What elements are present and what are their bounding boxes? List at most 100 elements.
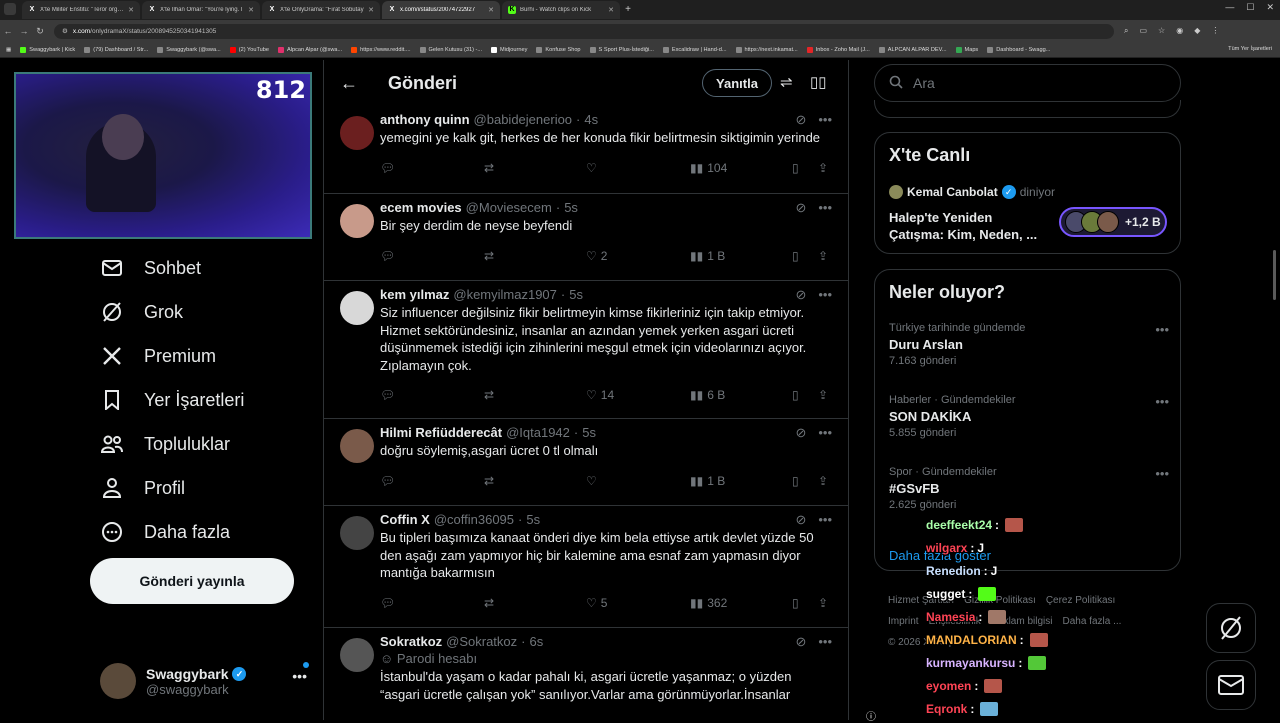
- repost-icon[interactable]: ⇄: [484, 249, 494, 263]
- repost-icon[interactable]: ⇄: [484, 474, 494, 488]
- share-icon[interactable]: ⇪: [818, 388, 828, 402]
- author-handle[interactable]: @kemyilmaz1907: [453, 287, 557, 302]
- minimize-icon[interactable]: —: [1225, 2, 1234, 13]
- timestamp[interactable]: 5s: [564, 200, 578, 215]
- bookmark-item[interactable]: Inbox - Zoho Mail (J...: [806, 46, 870, 53]
- views-button[interactable]: ▮▮ 362: [690, 596, 727, 610]
- new-tab-button[interactable]: +: [622, 4, 634, 16]
- repost-icon[interactable]: ⇄: [484, 596, 494, 610]
- browser-tab[interactable]: X X'te OnlyDrama: "Fırat Sobutay ✕: [262, 1, 380, 19]
- author-handle[interactable]: @coffin36095: [434, 512, 514, 527]
- reload-icon[interactable]: ↻: [32, 26, 48, 37]
- tab-search-icon[interactable]: [4, 3, 16, 15]
- grok-icon[interactable]: ⊘: [795, 287, 806, 303]
- trend-item[interactable]: Spor · Gündemdekiler #GSvFB 2.625 gönder…: [889, 466, 1169, 511]
- more-options-icon[interactable]: •••: [818, 200, 832, 216]
- timestamp[interactable]: 5s: [526, 512, 540, 527]
- sidebar-item-premium[interactable]: Premium: [100, 334, 244, 378]
- back-arrow-icon[interactable]: ←: [340, 73, 368, 94]
- sidebar-item-chat[interactable]: Sohbet: [100, 246, 244, 290]
- avatar[interactable]: [340, 638, 374, 672]
- share-icon[interactable]: ⇪: [818, 596, 828, 610]
- bookmark-item[interactable]: Midjourney: [491, 46, 527, 53]
- like-button[interactable]: ♡ 14: [586, 388, 614, 402]
- more-options-icon[interactable]: •••: [292, 668, 307, 684]
- bookmark-icon[interactable]: ▯: [792, 388, 799, 402]
- browser-tab[interactable]: X X'te İlhan Omar: "You're lying. I ✕: [142, 1, 260, 19]
- reader-mode-icon[interactable]: ▯▯: [810, 73, 827, 91]
- grok-icon[interactable]: ⊘: [795, 634, 806, 650]
- like-button[interactable]: ♡: [586, 161, 601, 175]
- bookmark-item[interactable]: https://www.reddit....: [351, 46, 411, 53]
- extension-icon[interactable]: ◆: [1194, 26, 1200, 36]
- chat-username[interactable]: eyomen: [926, 679, 971, 693]
- like-button[interactable]: ♡ 2: [586, 249, 607, 263]
- views-button[interactable]: ▮▮ 1 B: [690, 474, 725, 488]
- url-input[interactable]: ⚙ x.com/onlydramaX/status/20089452503419…: [54, 23, 1114, 39]
- sidebar-item-more[interactable]: Daha fazla: [100, 510, 244, 554]
- trend-item[interactable]: Türkiye tarihinde gündemde Duru Arslan 7…: [889, 322, 1169, 367]
- tweet-reply[interactable]: Hilmi Refiüdderecât @Iqta1942 · 5s ⊘ ••• doğru…: [324, 419, 848, 506]
- more-options-icon[interactable]: •••: [818, 512, 832, 528]
- chat-username[interactable]: deeffeekt24: [926, 518, 992, 532]
- tweet-reply[interactable]: kem yılmaz @kemyilmaz1907 · 5s ⊘ ••• Siz influ…: [324, 281, 848, 419]
- reply-icon[interactable]: 💬︎: [380, 249, 395, 263]
- author-name[interactable]: Sokratkoz: [380, 634, 442, 649]
- tweet-reply[interactable]: ecem movies @Moviesecem · 5s ⊘ ••• Bir şey der…: [324, 194, 848, 281]
- cast-icon[interactable]: ▭: [1139, 26, 1147, 36]
- chat-username[interactable]: Renedion: [926, 564, 981, 578]
- close-tab-icon[interactable]: ✕: [608, 6, 614, 14]
- share-icon[interactable]: ⇪: [818, 249, 828, 263]
- avatar[interactable]: [340, 291, 374, 325]
- grok-fab-button[interactable]: [1206, 603, 1256, 653]
- bookmark-icon[interactable]: ▯: [792, 474, 799, 488]
- all-bookmarks-link[interactable]: Tüm Yer İşaretleri: [1228, 46, 1272, 52]
- close-window-icon[interactable]: ✕: [1266, 2, 1274, 13]
- timestamp[interactable]: 5s: [582, 425, 596, 440]
- timestamp[interactable]: 4s: [584, 112, 598, 127]
- avatar[interactable]: [340, 116, 374, 150]
- more-options-icon[interactable]: •••: [818, 287, 832, 303]
- share-icon[interactable]: ⇪: [818, 161, 828, 175]
- views-button[interactable]: ▮▮ 1 B: [690, 249, 725, 263]
- like-button[interactable]: ♡: [586, 474, 601, 488]
- tweet-reply[interactable]: anthony quinn @babidejenerioo · 4s ⊘ ••• yemeg…: [324, 106, 848, 194]
- bookmark-item[interactable]: (2) YouTube: [229, 46, 269, 53]
- scrollbar[interactable]: [1273, 250, 1276, 300]
- sidebar-item-grok[interactable]: Grok: [100, 290, 244, 334]
- browser-tab-active[interactable]: Xx.com/i/status/20074722927 ✕: [382, 1, 500, 19]
- bookmark-item[interactable]: Dashboard - Swagg...: [987, 46, 1050, 53]
- grok-icon[interactable]: ⊘: [795, 200, 806, 216]
- bookmark-item[interactable]: Maps: [955, 46, 978, 53]
- bookmark-item[interactable]: Swaggybark (@swa...: [157, 46, 221, 53]
- chat-username[interactable]: kurmayankursu: [926, 656, 1015, 670]
- browser-tab[interactable]: X X'te Militer Enstitü: "Terör örgütü ✕: [22, 1, 140, 19]
- more-options-icon[interactable]: •••: [1155, 466, 1169, 481]
- author-name[interactable]: Coffin X: [380, 512, 430, 527]
- trend-item[interactable]: Haberler · Gündemdekiler SON DAKİKA 5.85…: [889, 394, 1169, 439]
- bookmark-icon[interactable]: ▯: [792, 596, 799, 610]
- sidebar-item-bookmarks[interactable]: Yer İşaretleri: [100, 378, 244, 422]
- filter-sliders-icon[interactable]: ⇌: [780, 73, 793, 91]
- reply-button[interactable]: Yanıtla: [702, 69, 772, 97]
- close-tab-icon[interactable]: ✕: [368, 6, 374, 14]
- messages-fab-button[interactable]: [1206, 660, 1256, 710]
- close-tab-icon[interactable]: ✕: [128, 6, 134, 14]
- avatar[interactable]: [340, 204, 374, 238]
- bookmark-icon[interactable]: ▯: [792, 161, 799, 175]
- more-options-icon[interactable]: •••: [818, 634, 832, 650]
- author-handle[interactable]: @babidejenerioo: [474, 112, 573, 127]
- bookmark-item[interactable]: Gelen Kutusu (31) -...: [419, 46, 482, 53]
- views-button[interactable]: ▮▮ 6 B: [690, 388, 725, 402]
- zoom-icon[interactable]: ⌕: [1124, 26, 1128, 36]
- forward-arrow-icon[interactable]: →: [16, 26, 32, 36]
- author-handle[interactable]: @Sokratkoz: [446, 634, 517, 649]
- avatar[interactable]: [340, 516, 374, 550]
- reply-icon[interactable]: 💬︎: [380, 474, 395, 488]
- account-switcher[interactable]: Swaggybark ✓ @swaggybark •••: [100, 660, 315, 702]
- reply-icon[interactable]: 💬︎: [380, 161, 395, 175]
- bookmark-star-icon[interactable]: ☆: [1158, 26, 1165, 36]
- chat-username[interactable]: wilgarx: [926, 541, 967, 555]
- grok-icon[interactable]: ⊘: [795, 512, 806, 528]
- chat-username[interactable]: MANDALORIAN: [926, 633, 1017, 647]
